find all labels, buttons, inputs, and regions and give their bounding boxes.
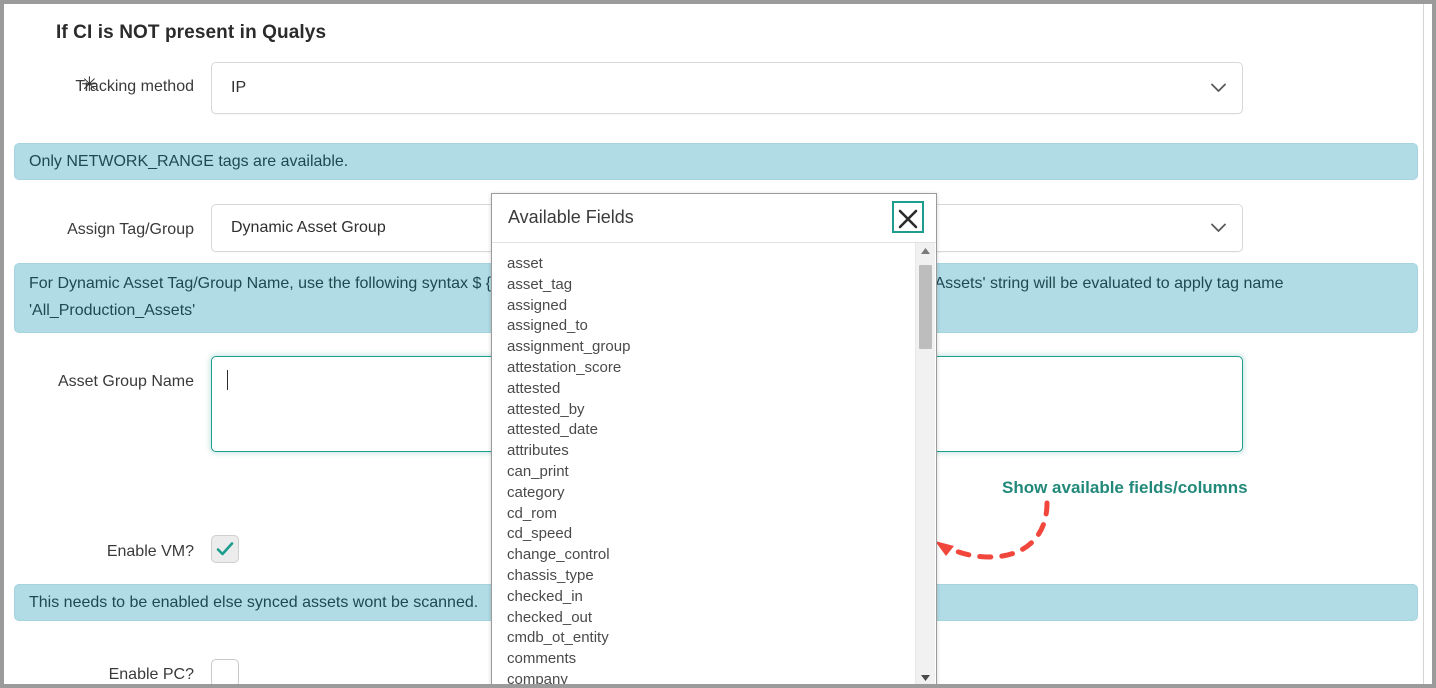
annotation-arrow-icon [929,499,1059,574]
list-item[interactable]: checked_out [507,608,902,629]
list-item[interactable]: asset_tag [507,275,902,296]
list-item[interactable]: attestation_score [507,358,902,379]
close-icon[interactable] [892,201,924,233]
annotation-label: Show available fields/columns [1002,478,1248,498]
check-icon [215,539,235,564]
list-item[interactable]: assigned [507,296,902,317]
tracking-method-label: Tracking method [64,74,194,100]
list-item[interactable]: category [507,483,902,504]
list-item[interactable]: assignment_group [507,337,902,358]
page-scrollbar-divider[interactable] [1423,4,1424,684]
list-item[interactable]: attested [507,379,902,400]
text-caret [227,370,228,390]
list-item[interactable]: checked_in [507,587,902,608]
modal-header: Available Fields [492,194,936,243]
enable-vm-label: Enable VM? [24,539,194,565]
chevron-down-icon [1211,224,1226,233]
available-fields-modal: Available Fields assetasset_tagassigneda… [491,193,937,686]
assign-tag-group-value: Dynamic Asset Group [231,219,386,237]
scroll-up-arrow-icon[interactable] [916,243,935,259]
list-item[interactable]: asset [507,254,902,275]
page-root: If CI is NOT present in Qualys ✳ Trackin… [0,0,1436,688]
list-item[interactable]: company [507,670,902,686]
enable-vm-checkbox[interactable] [211,535,239,563]
list-item[interactable]: chassis_type [507,566,902,587]
list-item[interactable]: attested_by [507,400,902,421]
tracking-method-select[interactable]: IP [211,62,1243,114]
list-item[interactable]: change_control [507,545,902,566]
enable-pc-checkbox[interactable] [211,659,239,687]
list-item[interactable]: cd_speed [507,524,902,545]
list-item[interactable]: cd_rom [507,504,902,525]
list-item[interactable]: attributes [507,441,902,462]
scrollbar-thumb[interactable] [919,265,932,349]
asset-group-name-label: Asset Group Name [24,369,194,395]
list-item[interactable]: assigned_to [507,316,902,337]
modal-body: assetasset_tagassignedassigned_toassignm… [492,243,936,686]
list-item[interactable]: attested_date [507,420,902,441]
assign-tag-group-label: Assign Tag/Group [24,217,194,243]
page-title: If CI is NOT present in Qualys [56,22,326,44]
network-range-banner: Only NETWORK_RANGE tags are available. [14,143,1418,180]
list-item[interactable]: can_print [507,462,902,483]
tracking-method-value: IP [231,79,246,97]
modal-title: Available Fields [508,207,634,228]
list-item[interactable]: comments [507,649,902,670]
list-item[interactable]: cmdb_ot_entity [507,628,902,649]
modal-scrollbar[interactable] [915,243,935,686]
enable-pc-label: Enable PC? [24,662,194,688]
chevron-down-icon [1211,84,1226,93]
scroll-down-arrow-icon[interactable] [916,670,935,686]
available-fields-list[interactable]: assetasset_tagassignedassigned_toassignm… [492,243,902,686]
